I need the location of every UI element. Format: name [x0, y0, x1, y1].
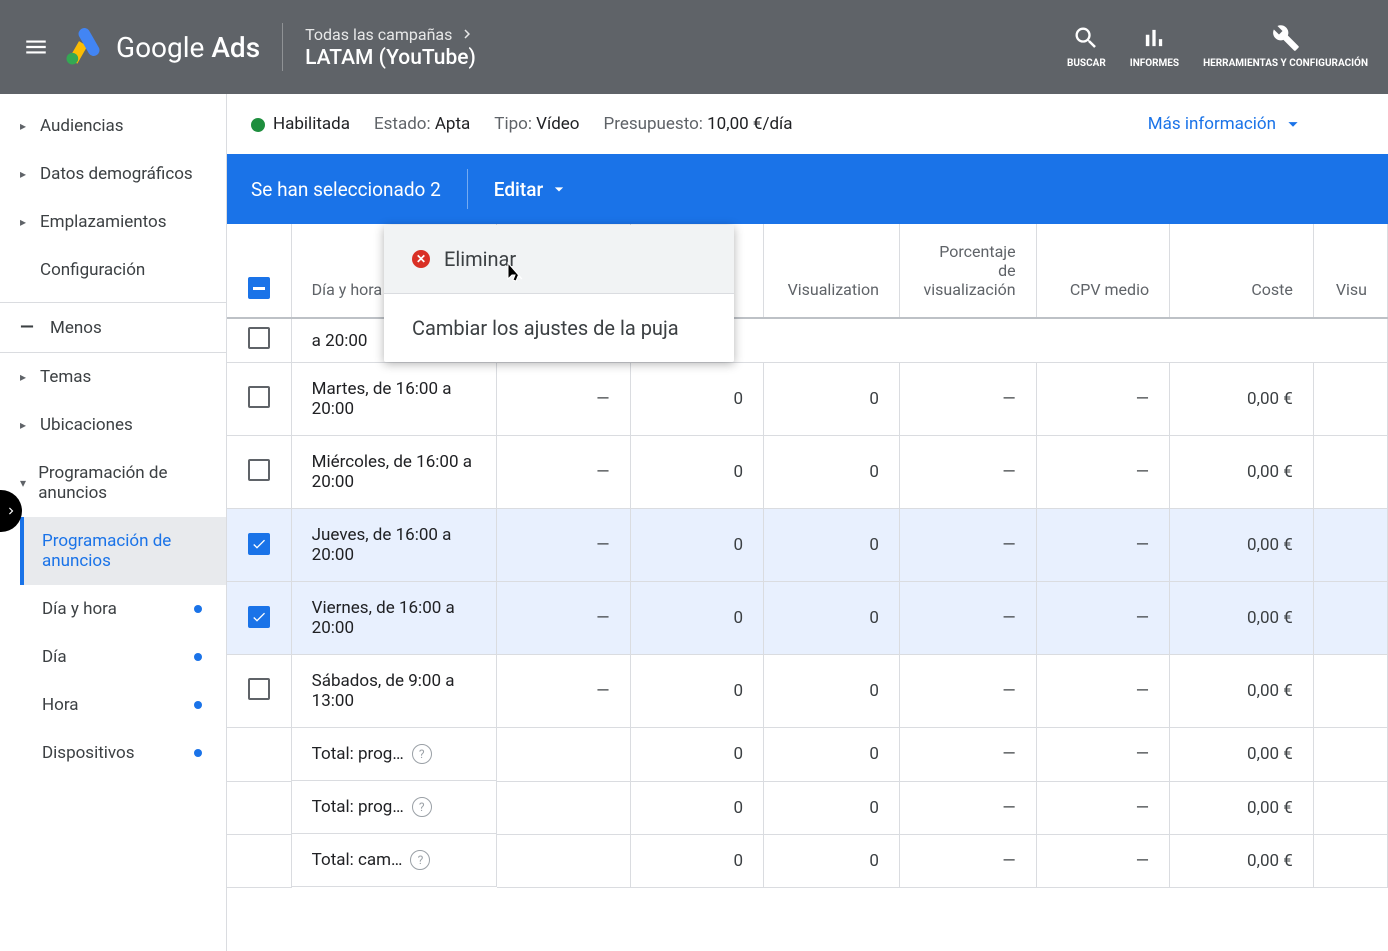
edit-dropdown: ✕ Eliminar Cambiar los ajustes de la puj… [384, 225, 734, 362]
table-row[interactable]: Jueves, de 16:00 a 20:00 — 0 0 — — 0,00 … [227, 509, 1388, 582]
google-ads-icon [64, 27, 104, 67]
dot-indicator [194, 701, 202, 709]
checkbox[interactable] [248, 678, 270, 700]
chevron-right-icon [4, 504, 18, 518]
sidebar-sub-day-hour[interactable]: Día y hora [20, 585, 226, 633]
sidebar-item-placements[interactable]: ▸Emplazamientos [0, 198, 226, 246]
bar-chart-icon [1140, 24, 1168, 52]
col-avg-cpv[interactable]: CPV medio [1036, 224, 1169, 318]
sidebar-sub-day[interactable]: Día [20, 633, 226, 681]
edit-button[interactable]: Editar [494, 178, 569, 201]
sidebar-item-ad-schedule[interactable]: ▾Programación de anuncios [0, 449, 226, 517]
chevron-down-icon [1282, 113, 1304, 135]
dot-indicator [194, 605, 202, 613]
status-state: Estado: Apta [374, 114, 470, 134]
checkbox[interactable] [248, 533, 270, 555]
table-total-row: Total: cam…? 0 0 — — 0,00 € [227, 834, 1388, 887]
reports-button[interactable]: INFORMES [1130, 24, 1179, 70]
table-row[interactable]: Viernes, de 16:00 a 20:00 — 0 0 — — 0,00… [227, 582, 1388, 655]
status-enabled[interactable]: Habilitada [251, 114, 350, 134]
sidebar-item-settings[interactable]: Configuración [0, 246, 226, 294]
help-icon[interactable]: ? [410, 850, 430, 870]
sidebar-sub-devices[interactable]: Dispositivos [20, 729, 226, 777]
col-checkbox[interactable] [227, 224, 291, 318]
table-row[interactable]: Sábados, de 9:00 a 13:00 — 0 0 — — 0,00 … [227, 655, 1388, 728]
more-info-link[interactable]: Más información [1148, 113, 1304, 135]
checkbox[interactable] [248, 606, 270, 628]
table-row[interactable]: Martes, de 16:00 a 20:00 — 0 0 — — 0,00 … [227, 363, 1388, 436]
table-total-row: Total: prog…? 0 0 — — 0,00 € [227, 781, 1388, 834]
dropdown-delete[interactable]: ✕ Eliminar [384, 225, 734, 293]
status-bar: Habilitada Estado: Apta Tipo: Vídeo Pres… [227, 94, 1388, 154]
chevron-right-icon [458, 25, 476, 43]
tools-button[interactable]: HERRAMIENTAS Y CONFIGURACIÓN [1203, 24, 1368, 70]
sidebar: ▸Audiencias ▸Datos demográficos ▸Emplaza… [0, 94, 227, 951]
help-icon[interactable]: ? [412, 744, 432, 764]
checkbox[interactable] [248, 386, 270, 408]
table-row[interactable]: Miércoles, de 16:00 a 20:00 — 0 0 — — 0,… [227, 436, 1388, 509]
sidebar-item-locations[interactable]: ▸Ubicaciones [0, 401, 226, 449]
product-name: Google Ads [116, 31, 260, 64]
header-divider [282, 23, 283, 71]
col-cost[interactable]: Coste [1170, 224, 1314, 318]
search-icon [1072, 24, 1100, 52]
breadcrumb-bottom: LATAM (YouTube) [305, 46, 476, 70]
logo[interactable]: Google Ads [64, 27, 260, 67]
selection-divider [467, 169, 468, 209]
sidebar-item-audiences[interactable]: ▸Audiencias [0, 102, 226, 150]
checkbox[interactable] [248, 459, 270, 481]
col-view-rate[interactable]: Porcentaje de visualización [899, 224, 1036, 318]
col-visu[interactable]: Visu [1313, 224, 1387, 318]
breadcrumb-top: Todas las campañas [305, 25, 452, 44]
search-button[interactable]: BUSCAR [1067, 24, 1106, 70]
status-dot-icon [251, 118, 265, 132]
sidebar-item-topics[interactable]: ▸Temas [0, 353, 226, 401]
dot-indicator [194, 749, 202, 757]
sidebar-sub-ad-schedule[interactable]: Programación de anuncios [20, 517, 226, 585]
selection-count: Se han seleccionado 2 [251, 178, 441, 201]
sidebar-sub-hour[interactable]: Hora [20, 681, 226, 729]
breadcrumb[interactable]: Todas las campañas LATAM (YouTube) [305, 25, 476, 70]
help-icon[interactable]: ? [412, 797, 432, 817]
status-type: Tipo: Vídeo [494, 114, 579, 134]
dot-indicator [194, 653, 202, 661]
selection-bar: Se han seleccionado 2 Editar [227, 154, 1388, 224]
checkbox[interactable] [248, 327, 270, 349]
status-budget: Presupuesto: 10,00 €/día [604, 114, 793, 134]
col-views[interactable]: Visualization [764, 224, 900, 318]
sidebar-item-demographics[interactable]: ▸Datos demográficos [0, 150, 226, 198]
checkbox-indeterminate[interactable] [248, 277, 270, 299]
main-content: Habilitada Estado: Apta Tipo: Vídeo Pres… [227, 94, 1388, 951]
sidebar-item-less[interactable]: —Menos [0, 302, 226, 353]
arrow-drop-down-icon [549, 179, 569, 199]
app-header: Google Ads Todas las campañas LATAM (You… [0, 0, 1388, 94]
menu-button[interactable] [12, 23, 60, 71]
delete-icon: ✕ [412, 250, 430, 268]
table-total-row: Total: prog…? 0 0 — — 0,00 € [227, 728, 1388, 782]
dropdown-change-bid[interactable]: Cambiar los ajustes de la puja [384, 294, 734, 362]
wrench-icon [1272, 24, 1300, 52]
